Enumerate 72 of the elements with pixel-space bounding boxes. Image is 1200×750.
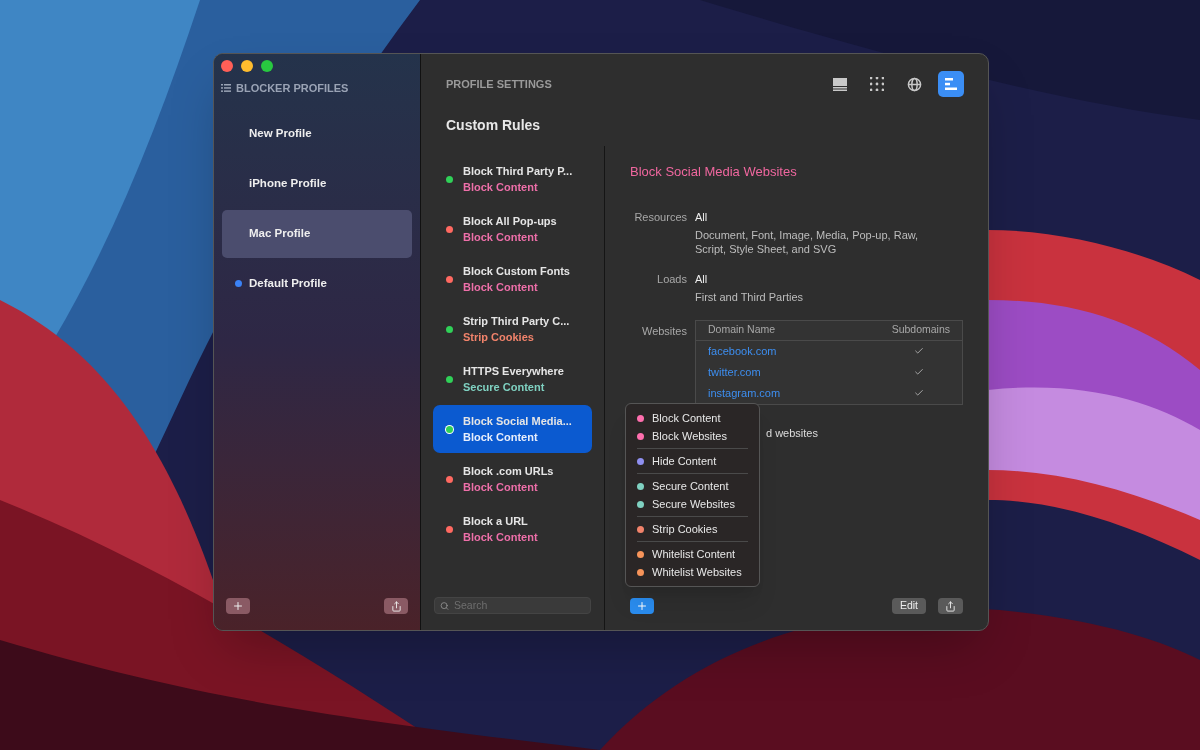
rule-item[interactable]: HTTPS Everywhere Secure Content [433,355,592,403]
rule-title: Block Social Media... [463,414,572,429]
menu-item[interactable]: Whitelist Websites [637,563,748,581]
field-label: Loads [656,271,687,287]
partial-text: d websites [766,425,818,441]
rule-type: Block Content [463,280,539,295]
rule-item[interactable]: Block a URL Block Content [433,505,592,553]
menu-item[interactable]: Strip Cookies [637,520,748,538]
domain-link[interactable]: instagram.com [708,384,781,402]
share-button[interactable] [938,598,963,614]
field-label: Websites [640,323,687,339]
section-title: Custom Rules [445,116,541,135]
profile-item[interactable]: Mac Profile [222,209,412,258]
plus-icon [232,600,244,612]
rule-type: Block Content [463,230,539,245]
share-icon [945,600,956,612]
profile-settings-heading: PROFILE SETTINGS [446,76,552,92]
field-note: Document, Font, Image, Media, Pop-up, Raw, Script, Style Sheet, and SVG [695,227,920,256]
rule-item[interactable]: Strip Third Party C... Strip Cookies [433,305,592,353]
rule-title: Block Third Party P... [463,164,573,179]
add-profile-button[interactable] [226,598,250,614]
add-rule-button[interactable] [630,598,654,614]
rule-title: HTTPS Everywhere [463,364,564,379]
rule-title: Block All Pop-ups [463,214,557,229]
edit-button[interactable]: Edit [891,598,926,614]
rule-item[interactable]: Block Social Media... Block Content [433,405,592,453]
domain-link[interactable]: twitter.com [708,363,761,381]
rule-type: Block Content [463,180,539,195]
minimize-window-button[interactable] [241,60,253,72]
rule-type: Secure Content [463,380,546,395]
menu-item[interactable]: Hide Content [637,452,748,470]
menu-item[interactable]: Secure Content [637,477,748,495]
zoom-window-button[interactable] [261,60,273,72]
column-header: Domain Name [708,322,776,338]
menu-item[interactable]: Block Content [637,409,748,427]
rule-item[interactable]: Block All Pop-ups Block Content [433,205,592,253]
field-note: First and Third Parties [695,289,804,304]
share-icon [390,600,402,612]
search-icon [440,600,450,611]
globe-icon [906,76,922,92]
rule-item[interactable]: Block Custom Fonts Block Content [433,255,592,303]
close-window-button[interactable] [221,60,233,72]
rules-icon [944,77,958,91]
field-value: All [695,271,709,286]
rule-type: Block Content [463,480,539,495]
rule-type: Block Content [463,530,538,545]
rule-type: Strip Cookies [463,330,535,345]
rule-title: Strip Third Party C... [463,314,570,329]
rule-title: Block a URL [463,514,529,529]
profile-item[interactable]: New Profile [222,109,412,158]
menu-item[interactable]: Block Websites [637,427,748,445]
view-button[interactable] [938,71,964,97]
column-header: Subdomains [891,322,950,338]
rule-type: Block Content [463,430,539,445]
field-value: All [695,209,709,224]
rule-item[interactable]: Block .com URLs Block Content [433,455,592,503]
profile-item[interactable]: Default Profile [222,259,412,308]
list-view-icon [832,77,848,91]
field-label: Resources [633,209,687,225]
rule-title: Block .com URLs [463,464,554,479]
rule-title-heading: Block Social Media Websites [630,163,797,181]
profile-item[interactable]: iPhone Profile [222,159,412,208]
plus-icon [636,600,648,612]
list-icon [221,84,231,93]
rule-title: Block Custom Fonts [463,264,570,279]
menu-item[interactable]: Whitelist Content [637,545,748,563]
sidebar-heading: BLOCKER PROFILES [236,81,349,96]
domain-link[interactable]: facebook.com [708,342,777,360]
share-button[interactable] [384,598,408,614]
rule-item[interactable]: Block Third Party P... Block Content [433,155,592,203]
menu-item[interactable]: Secure Websites [637,495,748,513]
grid-icon [870,77,884,91]
